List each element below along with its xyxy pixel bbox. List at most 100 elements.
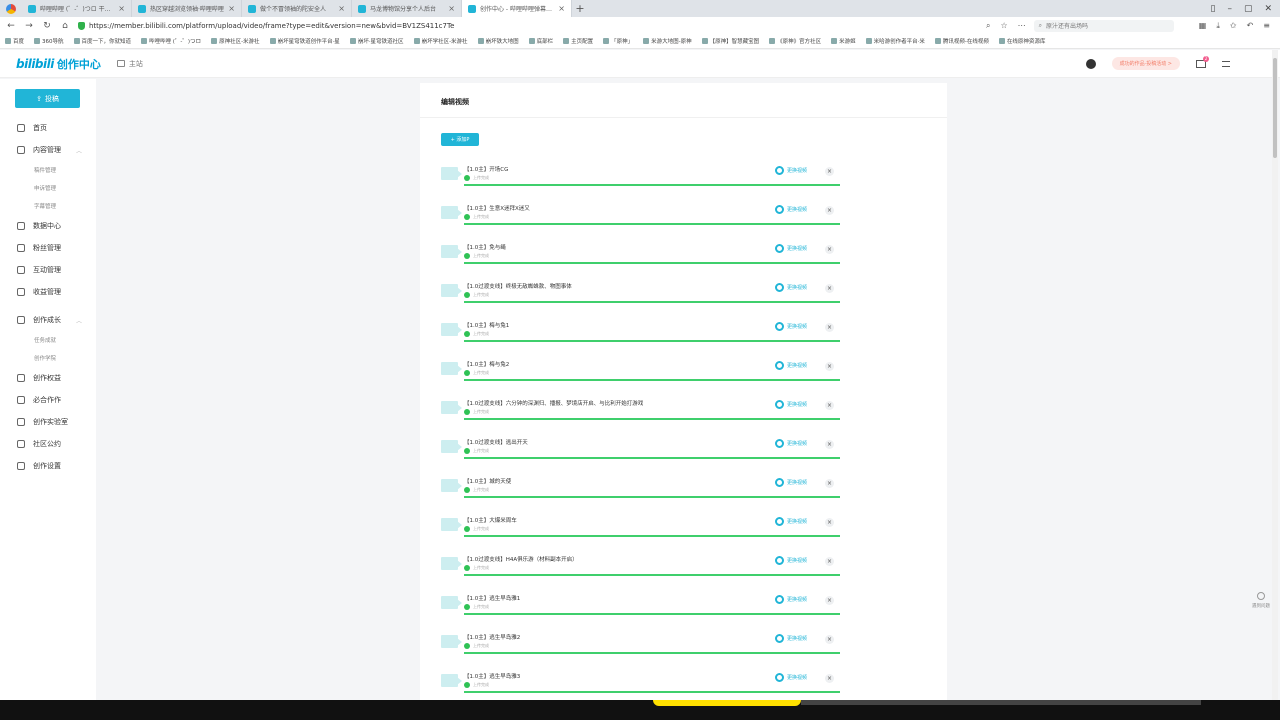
sidebar-item[interactable]: 粉丝管理 [0,237,96,259]
replace-video-button[interactable]: 更换视频 [775,322,807,331]
video-title[interactable]: 【1.0主】逃生早岛雅3 [464,672,520,680]
zoom-icon[interactable]: ⌕ [986,21,990,31]
video-title[interactable]: 【1.0主】梅与兔2 [464,360,509,368]
more-icon[interactable]: ⋯ [1018,21,1026,31]
browser-tab[interactable]: 热区穿越浏览领袖·哔哩哔哩 × [132,0,242,17]
sidebar-item[interactable]: 内容管理 ︿ [0,139,96,161]
delete-video-button[interactable]: × [825,284,834,293]
bookmark-item[interactable]: 【原神】智慧藏宝图 [701,37,759,45]
replace-video-button[interactable]: 更换视频 [775,517,807,526]
delete-video-button[interactable]: × [825,596,834,605]
delete-video-button[interactable]: × [825,635,834,644]
tab-close-icon[interactable]: × [558,4,565,13]
sidebar-item[interactable]: 互动管理 [0,259,96,281]
video-title[interactable]: 【1.0过渡支线】六分钟的深渊归、播报、梦境店开启、与比利开始打游戏 [464,399,643,407]
video-title[interactable]: 【1.0过渡支线】逃出开天 [464,438,528,446]
tab-close-icon[interactable]: × [448,4,455,13]
bookmark-item[interactable]: 底部栏 [528,37,553,45]
bookmark-item[interactable]: 《原神》官方社区 [769,37,821,45]
delete-video-button[interactable]: × [825,401,834,410]
tab-close-icon[interactable]: × [118,4,125,13]
browser-tab[interactable]: 哔哩哔哩 (゜-゜)つロ 干杯~ × [22,0,132,17]
sidebar-item[interactable]: 创作权益 [0,367,96,389]
delete-video-button[interactable]: × [825,440,834,449]
bookmark-item[interactable]: 崩坏·星穹铁道社区 [349,37,404,45]
bookmark-item[interactable]: 崩坏星穹铁道创作平台·星 [269,37,340,45]
replace-video-button[interactable]: 更换视频 [775,205,807,214]
download-icon[interactable]: ⤓ [1216,21,1220,31]
delete-video-button[interactable]: × [825,167,834,176]
maximize-icon[interactable]: ▢ [1244,4,1253,14]
sidebar-item[interactable]: 创作成长 ︿ [0,309,96,331]
sidebar-toggle-icon[interactable]: ▯ [1210,4,1215,14]
bookmark-item[interactable]: 360导航 [34,37,64,45]
replace-video-button[interactable]: 更换视频 [775,478,807,487]
browser-tab[interactable]: 创作中心 - 哔哩哔哩弹幕视频 × [462,0,572,17]
replace-video-button[interactable]: 更换视频 [775,595,807,604]
sidebar-item[interactable]: 收益管理 [0,281,96,303]
page-scrollbar[interactable] [1272,50,1278,700]
sidebar-item[interactable]: 社区公约 [0,433,96,455]
browser-tab[interactable]: 做个不冒领袖的陀安全人 × [242,0,352,17]
delete-video-button[interactable]: × [825,557,834,566]
video-title[interactable]: 【1.0主】生意X迷拜X迷又 [464,204,530,212]
sidebar-item[interactable]: 创作设置 [0,455,96,477]
forward-icon[interactable]: → [24,21,34,31]
bookmark-item[interactable]: 米哈游创作者平台·米 [865,37,925,45]
delete-video-button[interactable]: × [825,674,834,683]
replace-video-button[interactable]: 更换视频 [775,361,807,370]
video-title[interactable]: 【1.0主】大爆米周车 [464,516,517,524]
add-part-button[interactable]: + 添加P [441,133,479,146]
delete-video-button[interactable]: × [825,362,834,371]
browser-search-box[interactable]: ⌕ 原汁还有出场吗 [1033,19,1174,32]
reload-icon[interactable]: ↻ [42,21,52,31]
bookmark-item[interactable]: 百度一下，你就知道 [73,37,131,45]
video-title[interactable]: 【1.0主】逃生早岛雅1 [464,594,520,602]
replace-video-button[interactable]: 更换视频 [775,166,807,175]
bookmark-item[interactable]: 在线原神资源库 [998,37,1045,45]
sidebar-subitem[interactable]: 创作学院 [0,349,96,367]
bookmark-item[interactable]: 腾讯视频-在线视频 [934,37,989,45]
menu-icon[interactable]: ≡ [1263,21,1270,31]
new-tab-button[interactable]: + [572,0,588,17]
delete-video-button[interactable]: × [825,518,834,527]
star-outline-icon[interactable]: ✩ [1230,21,1237,31]
sidebar-subitem[interactable]: 字幕管理 [0,197,96,215]
video-title[interactable]: 【1.0主】逃生早岛雅2 [464,633,520,641]
sidebar-item[interactable]: 数据中心 [0,215,96,237]
tab-close-icon[interactable]: × [228,4,235,13]
browser-tab[interactable]: 马龙博物馆分享个人后台 × [352,0,462,17]
scroll-thumb[interactable] [1273,58,1277,158]
bookmark-item[interactable]: 原神社区-米游社 [211,37,260,45]
message-icon[interactable]: 2 [1196,55,1209,68]
help-float[interactable]: 遇到问题 [1252,592,1270,609]
replace-video-button[interactable]: 更换视频 [775,556,807,565]
star-icon[interactable]: ☆ [1000,21,1007,31]
replace-video-button[interactable]: 更换视频 [775,634,807,643]
sidebar-subitem[interactable]: 申诉管理 [0,179,96,197]
url-input[interactable]: https://member.bilibili.com/platform/upl… [89,22,454,30]
bookmark-item[interactable]: 哔哩哔哩 (゜-゜)つロ [141,37,201,45]
video-title[interactable]: 【1.0主】免与绳 [464,243,506,251]
delete-video-button[interactable]: × [825,479,834,488]
replace-video-button[interactable]: 更换视频 [775,439,807,448]
replace-video-button[interactable]: 更换视频 [775,283,807,292]
delete-video-button[interactable]: × [825,245,834,254]
sidebar-item[interactable]: 首页 [0,117,96,139]
bookmark-item[interactable]: 米游姬 [831,37,856,45]
sidebar-subitem[interactable]: 稿件管理 [0,161,96,179]
minimize-icon[interactable]: – [1227,4,1232,14]
sidebar-item[interactable]: 必合作作 [0,389,96,411]
bookmark-item[interactable]: 百度 [5,37,24,45]
replace-video-button[interactable]: 更换视频 [775,673,807,682]
tab-close-icon[interactable]: × [338,4,345,13]
sidebar-subitem[interactable]: 任务成就 [0,331,96,349]
replace-video-button[interactable]: 更换视频 [775,400,807,409]
back-icon[interactable]: ← [6,21,16,31]
brand-logo[interactable]: bilibili 创作中心 [16,56,101,72]
delete-video-button[interactable]: × [825,323,834,332]
bookmark-item[interactable]: 主页配置 [563,37,593,45]
bookmark-item[interactable]: 崩坏铁大地图 [477,37,519,45]
video-title[interactable]: 【1.0主】梅与兔1 [464,321,509,329]
close-window-icon[interactable]: ✕ [1264,4,1272,14]
